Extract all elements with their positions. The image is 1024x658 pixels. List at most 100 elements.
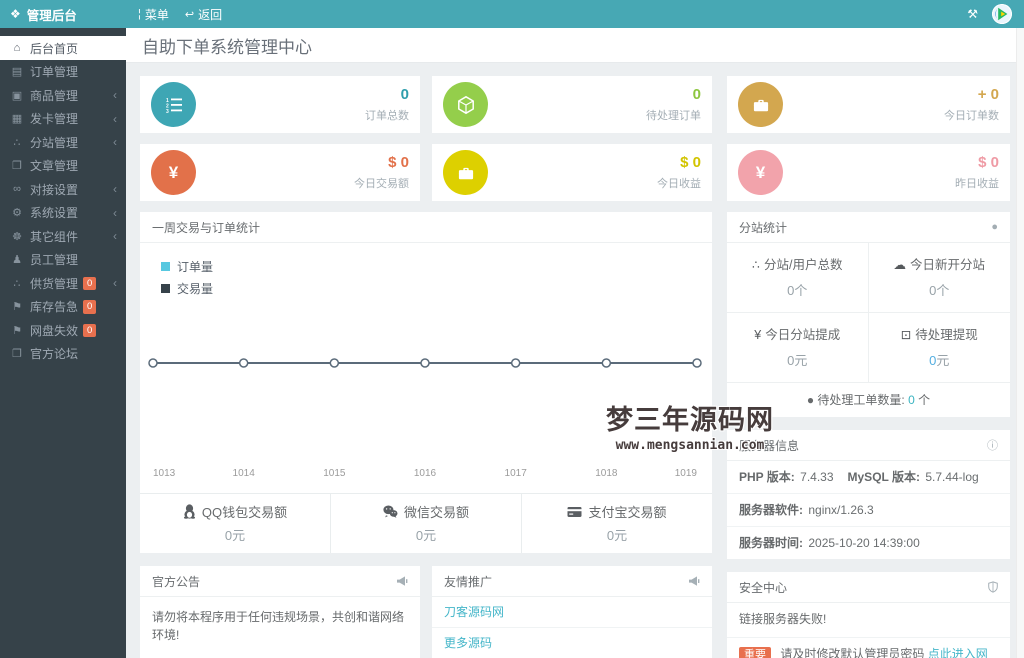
sidebar-item-icon: ▤ (11, 66, 23, 79)
branch-footer-label: 待处理工单数量: (817, 393, 905, 407)
stat-value: $ 0 (978, 154, 999, 171)
stat-label: 待处理订单 (646, 110, 701, 122)
branch-stat-cell: ¥ 今日分站提成 0元 (727, 313, 869, 383)
sidebar-item[interactable]: ☸ 其它组件 ‹ (0, 225, 126, 249)
chart-canvas: 1013 1014 1015 1016 1017 1018 1019 (148, 358, 702, 479)
shield-icon (988, 581, 998, 593)
promo-header: 友情推广 (432, 566, 712, 597)
security-status: 链接服务器失败! (727, 603, 1010, 639)
branch-stat-cell: ∴ 分站/用户总数 0个 (727, 243, 869, 313)
avatar[interactable] (992, 4, 1012, 24)
stat-card-today-profit: $ 0 今日收益 (432, 144, 712, 201)
info-icon: ⓘ (987, 440, 998, 452)
stat-value: 0 (400, 86, 409, 103)
line-chart: 订单量 交易量 1013 1014 1015 1016 1017 1018 1019 (140, 243, 712, 493)
svg-text:1015: 1015 (323, 468, 346, 479)
software-value: nginx/1.26.3 (808, 503, 874, 517)
svg-text:3: 3 (166, 109, 169, 115)
sidebar-item[interactable]: ∞ 对接设置 ‹ (0, 178, 126, 202)
sitemap-icon: ∴ (752, 258, 760, 272)
branch-cell-value: 0个 (929, 283, 950, 298)
chart-title: 一周交易与订单统计 (152, 220, 261, 235)
app-brand[interactable]: ❖ 管理后台 (0, 0, 126, 28)
yen-icon: ¥ (738, 150, 783, 195)
stat-value: $ 0 (388, 154, 409, 171)
sidebar-item[interactable]: ▣ 商品管理 ‹ (0, 84, 126, 108)
pay-label: 微信交易额 (331, 502, 521, 521)
megaphone-icon (688, 575, 700, 587)
sidebar-item[interactable]: ∴ 供货管理 0 ‹ (0, 272, 126, 296)
sidebar-item[interactable]: ⌂ 后台首页 (0, 36, 126, 60)
promo-link[interactable]: 更多源码 (432, 628, 712, 658)
stat-card-yesterday-profit: ¥ $ 0 昨日收益 (727, 144, 1010, 201)
chart-legend: 订单量交易量 (161, 258, 213, 302)
scrollbar-track[interactable] (1016, 28, 1024, 658)
sidebar-item-icon: ⚑ (12, 301, 22, 314)
mysql-version: MySQL 版本: 5.7.44-log (848, 468, 979, 485)
chevron-left-icon: ‹ (113, 205, 117, 220)
branch-footer-unit: 个 (918, 393, 931, 407)
sidebar-item[interactable]: ⚑ 库存告急 0 (0, 295, 126, 319)
sidebar-item[interactable]: ▤ 订单管理 (0, 60, 126, 84)
svg-text:1018: 1018 (595, 468, 618, 479)
wechat-cell: 微信交易额 0元 (330, 494, 521, 553)
notice-title: 官方公告 (152, 574, 201, 589)
pay-label: QQ钱包交易额 (140, 502, 330, 521)
chevron-left-icon: ‹ (113, 276, 117, 291)
menu-toggle-button[interactable]: ¦ 菜单 (138, 6, 169, 23)
pay-value: 0元 (415, 528, 437, 543)
sidebar-item[interactable]: ∴ 分站管理 ‹ (0, 131, 126, 155)
sidebar-item-label: 供货管理 (30, 276, 79, 291)
chevron-left-icon: ‹ (113, 229, 117, 244)
pay-label: 支付宝交易额 (522, 502, 712, 521)
branch-cell-value: 0元 (787, 353, 808, 368)
svg-text:1014: 1014 (233, 468, 256, 479)
sidebar-item[interactable]: ▦ 发卡管理 ‹ (0, 107, 126, 131)
legend-item[interactable]: 订单量 (161, 258, 213, 275)
sidebar-item[interactable]: ⚑ 网盘失效 0 (0, 319, 126, 343)
pay-label-text: 微信交易额 (403, 505, 469, 520)
sidebar-item[interactable]: ❐ 文章管理 (0, 154, 126, 178)
sidebar-item-icon: ∴ (13, 136, 21, 149)
chevron-left-icon: ‹ (113, 88, 117, 103)
briefcase-icon (443, 150, 488, 195)
count-badge: 0 (83, 276, 97, 290)
sidebar-item[interactable]: ❐ 官方论坛 (0, 342, 126, 366)
left-column: 1 2 3 0 订单总数 0 待处理订单 ¥ $ 0 今日交易额 $ 0 今日收… (140, 76, 712, 658)
sidebar-item-label: 系统设置 (30, 206, 79, 221)
back-button[interactable]: ↩ 返回 (185, 6, 222, 23)
mysql-value: 5.7.44-log (925, 470, 979, 484)
branch-cell-value: 0元 (929, 353, 950, 368)
friend-promo-panel: 友情推广 刀客源码网 更多源码 (432, 566, 712, 658)
legend-item[interactable]: 交易量 (161, 280, 213, 297)
pay-label-text: 支付宝交易额 (588, 505, 667, 520)
bars-icon: ¦ (138, 8, 141, 20)
sidebar-item-icon: ❐ (12, 348, 22, 361)
wrench-icon[interactable]: ⚒ (967, 7, 978, 21)
sidebar-item-label: 库存告急 (30, 300, 79, 315)
promo-link[interactable]: 刀客源码网 (432, 597, 712, 628)
payment-totals-row: QQ钱包交易额 0元 微信交易额 0元 支付宝交易额 0元 (140, 493, 712, 553)
stat-row-right-1: + 0 今日订单数 (727, 76, 1010, 133)
stat-label: 昨日收益 (955, 178, 999, 190)
sidebar-item-icon: ▣ (11, 89, 23, 102)
menu-toggle-label: 菜单 (144, 7, 169, 22)
sidebar-item-label: 商品管理 (30, 88, 79, 103)
time-label: 服务器时间: (739, 536, 803, 550)
weekly-chart-panel: 一周交易与订单统计 订单量 交易量 1013 1014 1015 1016 1017 101… (140, 212, 712, 553)
legend-label: 订单量 (177, 260, 214, 274)
megaphone-icon (396, 575, 408, 587)
avatar-play-logo (992, 4, 1012, 24)
chevron-left-icon: ‹ (113, 182, 117, 197)
list-ol-icon: 1 2 3 (151, 82, 196, 127)
sidebar-item-label: 发卡管理 (30, 112, 79, 127)
sidebar-item-icon: ▦ (11, 113, 23, 126)
branch-stat-cell: ☁ 今日新开分站 0个 (868, 243, 1010, 313)
sidebar-item-label: 官方论坛 (30, 347, 79, 362)
pay-label-text: QQ钱包交易额 (201, 505, 288, 520)
sidebar-item[interactable]: ♟ 员工管理 (0, 248, 126, 272)
mysql-label: MySQL 版本: (847, 470, 920, 484)
stat-row-right-2: ¥ $ 0 昨日收益 (727, 144, 1010, 201)
sidebar-item-label: 其它组件 (30, 229, 79, 244)
sidebar-item[interactable]: ⚙ 系统设置 ‹ (0, 201, 126, 225)
